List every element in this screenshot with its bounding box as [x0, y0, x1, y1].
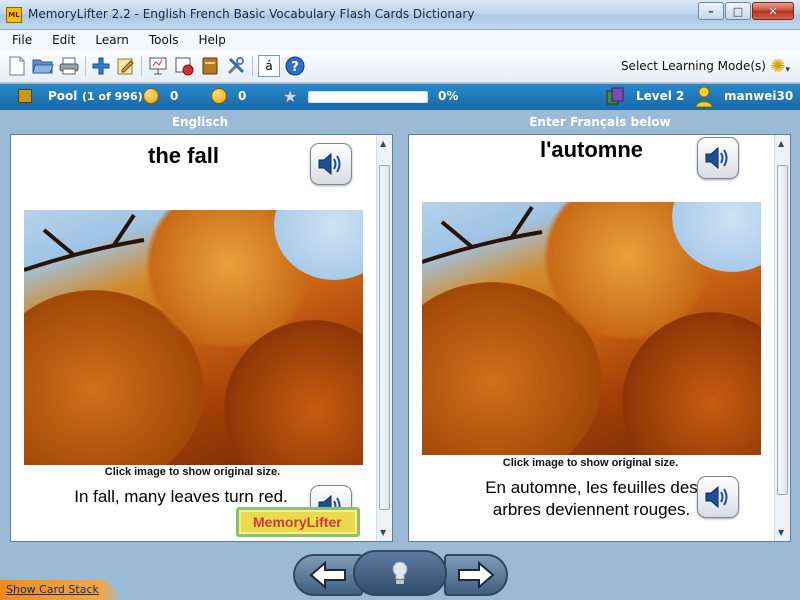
question-example-sentence: In fall, many leaves turn red. [74, 487, 288, 506]
lightbulb-icon [392, 561, 408, 584]
wrong-count: 0 [238, 89, 247, 103]
arrow-right-icon [458, 561, 495, 589]
user-icon [695, 86, 713, 111]
question-word: the fall [148, 143, 219, 168]
close-button[interactable]: ✕ [752, 2, 794, 20]
toolbar: á ? Select Learning Mode(s) ✺▾ [0, 50, 800, 83]
menu-edit[interactable]: Edit [52, 33, 75, 47]
toolbar-separator [252, 56, 253, 76]
memorylifter-logo: MemoryLifter [236, 507, 360, 537]
answer-word: l'automne [539, 137, 644, 162]
window-controls: – □ ✕ [697, 2, 794, 20]
question-card: the fall Click image to show original si… [10, 134, 393, 542]
level-label: Level 2 [636, 89, 685, 103]
right-scrollbar[interactable]: ▲ ▼ [774, 135, 790, 541]
speaker-icon[interactable] [697, 137, 739, 179]
right-column-header: Enter Français below [529, 115, 671, 129]
settings-icon[interactable] [225, 55, 247, 77]
sad-face-icon [211, 88, 227, 104]
menu-learn[interactable]: Learn [95, 33, 129, 47]
pool-icon [18, 89, 32, 103]
toolbar-separator [85, 56, 86, 76]
next-card-button[interactable] [444, 554, 508, 596]
right-image-caption: Click image to show original size. [502, 457, 679, 469]
select-learning-mode-label[interactable]: Select Learning Mode(s) [621, 59, 766, 73]
autumn-tree-image[interactable] [422, 202, 761, 455]
menu-tools[interactable]: Tools [149, 33, 179, 47]
left-image-caption: Click image to show original size. [104, 466, 281, 478]
speaker-icon[interactable] [310, 143, 352, 185]
menu-help[interactable]: Help [198, 33, 225, 47]
title-bar: ML MemoryLifter 2.2 - English French Bas… [0, 0, 800, 30]
left-scroll-thumb[interactable] [379, 165, 390, 510]
left-column-header: Englisch [171, 115, 229, 129]
answer-example-sentence: En automne, les feuilles des arbres devi… [485, 478, 698, 519]
pool-label: Pool [48, 89, 78, 103]
new-icon[interactable] [6, 55, 28, 77]
minimize-button[interactable]: – [698, 2, 724, 20]
help-icon[interactable]: ? [284, 55, 306, 77]
accent-character-button[interactable]: á [258, 55, 280, 77]
toolbar-separator [141, 56, 142, 76]
book-icon[interactable] [199, 55, 221, 77]
progress-percent: 0% [438, 89, 459, 103]
speaker-icon[interactable] [697, 476, 739, 518]
window-title: MemoryLifter 2.2 - English French Basic … [28, 7, 475, 21]
correct-count: 0 [170, 89, 179, 103]
cards-icon [606, 87, 624, 105]
print-icon[interactable] [58, 55, 80, 77]
star-icon: ★ [283, 87, 298, 106]
smiley-icon [143, 88, 159, 104]
app-logo-icon: ML [6, 7, 22, 23]
arrow-left-icon [309, 561, 346, 589]
edit-icon[interactable] [115, 55, 137, 77]
menu-bar: File Edit Learn Tools Help [0, 30, 800, 50]
show-card-stack-link[interactable]: Show Card Stack [0, 580, 124, 600]
user-name[interactable]: manwei30 [724, 89, 793, 103]
answer-card: l'automne Click image to show original s… [408, 134, 791, 542]
add-icon[interactable] [90, 55, 112, 77]
progress-bar [308, 91, 428, 103]
menu-file[interactable]: File [12, 33, 32, 47]
right-scroll-thumb[interactable] [777, 165, 788, 495]
navigation-bar [0, 544, 800, 600]
gear-icon[interactable]: ✺▾ [770, 56, 790, 77]
pool-count: (1 of 996) [82, 90, 143, 103]
hint-button[interactable] [353, 550, 447, 596]
left-scrollbar[interactable]: ▲ ▼ [376, 135, 392, 541]
open-icon[interactable] [32, 55, 54, 77]
svg-text:?: ? [291, 60, 299, 75]
record-icon[interactable] [173, 55, 195, 77]
status-bar: Pool (1 of 996) 0 0 ★ 0% Level 2 manwei3… [0, 84, 800, 110]
presentation-icon[interactable] [147, 55, 169, 77]
maximize-button[interactable]: □ [725, 2, 751, 20]
autumn-tree-image[interactable] [24, 210, 363, 465]
